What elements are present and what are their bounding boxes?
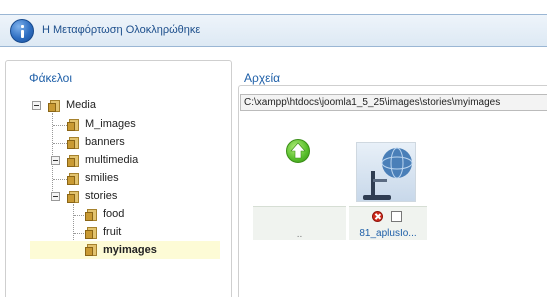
tree-item-m-images[interactable]: M_images: [51, 116, 171, 133]
delete-icon[interactable]: [372, 211, 383, 222]
tree-item-label: myimages: [103, 244, 157, 256]
tree-item-media[interactable]: Media: [32, 97, 152, 114]
folder-icon: [85, 244, 99, 256]
folder-icon: [85, 227, 99, 239]
collapse-icon[interactable]: [32, 101, 41, 110]
message-bar: Η Μεταφόρτωση Ολοκληρώθηκε: [0, 14, 547, 47]
tree-item-smilies[interactable]: smilies: [51, 170, 171, 187]
tree-item-food[interactable]: food: [69, 206, 189, 223]
up-folder-label: ..: [296, 229, 303, 240]
expand-icon[interactable]: [51, 156, 60, 165]
folders-title: Φάκελοι: [26, 71, 76, 85]
tree-item-label: food: [103, 208, 125, 220]
info-icon: [10, 19, 34, 43]
folder-icon: [67, 155, 81, 167]
tree-item-fruit[interactable]: fruit: [69, 224, 189, 241]
image-thumbnail[interactable]: [356, 142, 416, 202]
tree-item-label: multimedia: [85, 154, 139, 166]
file-name-link[interactable]: 81_aplusIo...: [349, 228, 427, 239]
up-folder-tile[interactable]: ..: [253, 134, 346, 240]
folder-icon: [67, 119, 81, 131]
tree-item-label: Media: [66, 99, 96, 111]
folder-icon: [67, 137, 81, 149]
tree-item-banners[interactable]: banners: [51, 134, 171, 151]
tree-item-label: fruit: [103, 226, 122, 238]
folder-icon: [85, 209, 99, 221]
tree-item-label: banners: [85, 136, 125, 148]
tree-item-label: smilies: [85, 172, 119, 184]
tree-item-stories[interactable]: stories: [51, 188, 171, 205]
folder-icon: [67, 173, 81, 185]
files-title: Αρχεία: [241, 71, 284, 85]
file-tile[interactable]: [349, 134, 427, 240]
folder-icon: [48, 100, 62, 112]
tree-item-multimedia[interactable]: multimedia: [51, 152, 171, 169]
up-arrow-icon[interactable]: [286, 139, 310, 163]
select-checkbox[interactable]: [391, 211, 402, 222]
path-field[interactable]: [240, 94, 547, 111]
message-text: Η Μεταφόρτωση Ολοκληρώθηκε: [42, 24, 201, 36]
tree-item-myimages[interactable]: myimages: [30, 241, 220, 259]
tree-item-label: stories: [85, 190, 118, 202]
tree-item-label: M_images: [85, 118, 136, 130]
folder-icon: [67, 191, 81, 203]
collapse-icon[interactable]: [51, 192, 60, 201]
